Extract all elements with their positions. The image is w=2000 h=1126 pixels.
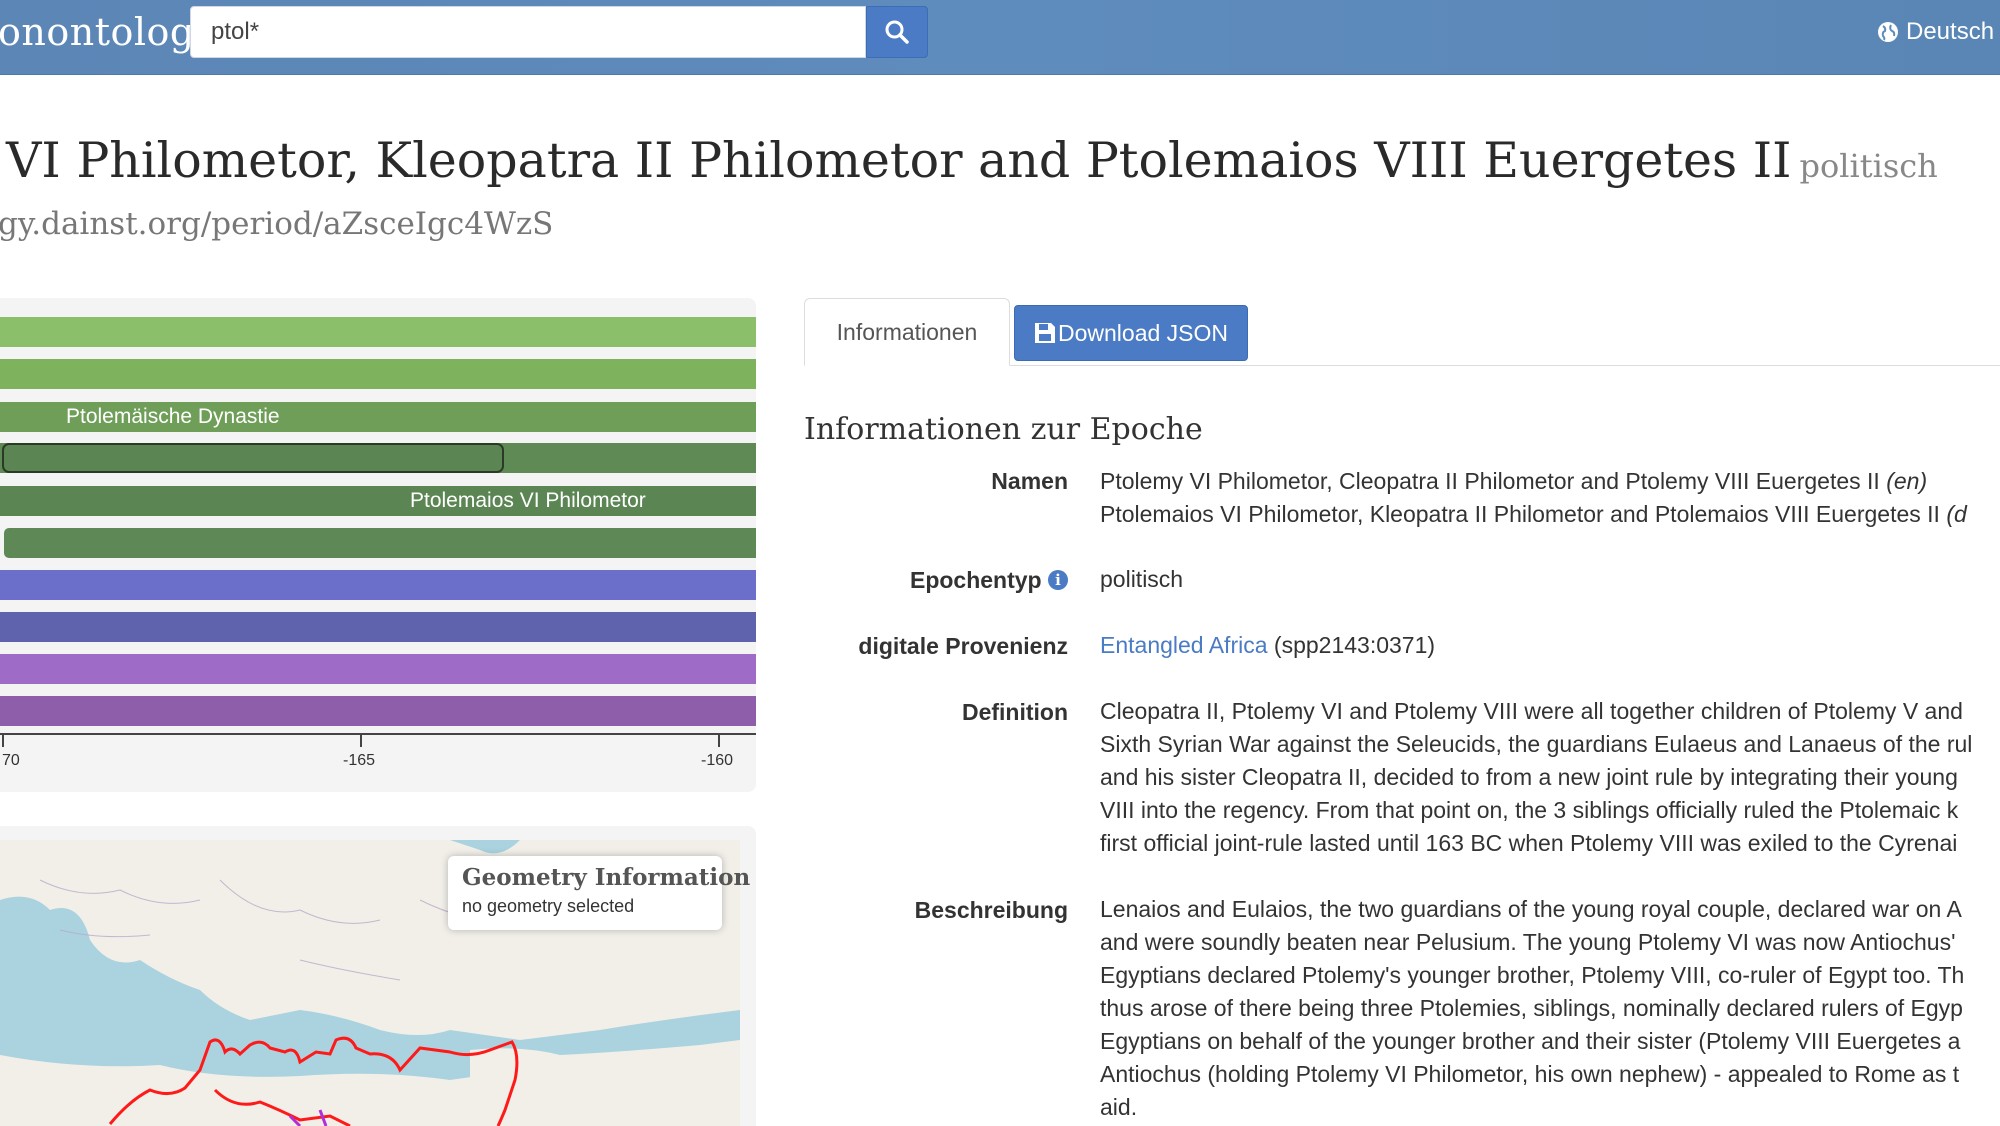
- search-input[interactable]: [190, 6, 866, 58]
- search-icon: [885, 20, 909, 44]
- epochentyp-label-row: Epochentyp i: [804, 567, 1068, 594]
- download-json-button[interactable]: Download JSON: [1014, 305, 1248, 361]
- provenance-value: Entangled Africa (spp2143:0371): [1100, 629, 1435, 662]
- definition-line: Cleopatra II, Ptolemy VI and Ptolemy VII…: [1100, 698, 1963, 724]
- timeline-axis: [0, 733, 756, 735]
- period-title: VI Philometor, Kleopatra II Philometor a…: [6, 132, 1792, 189]
- definition-text: Cleopatra II, Ptolemy VI and Ptolemy VII…: [1100, 695, 1972, 860]
- timeline-bar-selected[interactable]: [2, 443, 504, 473]
- timeline-bar[interactable]: [0, 570, 756, 600]
- name-entry: Ptolemaios VI Philometor, Kleopatra II P…: [1100, 498, 1967, 531]
- name-text: Ptolemaios VI Philometor, Kleopatra II P…: [1100, 501, 1940, 527]
- description-line: Egyptians declared Ptolemy's younger bro…: [1100, 962, 1965, 988]
- definition-line: Sixth Syrian War against the Seleucids, …: [1100, 731, 1973, 757]
- name-lang: (d: [1946, 501, 1967, 527]
- language-label: Deutsch: [1906, 18, 1995, 45]
- name-lang: (en): [1886, 468, 1928, 494]
- timeline-bar[interactable]: Ptolemäische Dynastie: [0, 402, 756, 432]
- axis-tick-label: -165: [343, 752, 376, 769]
- axis-tick-label: 70: [2, 752, 20, 769]
- provenance-label: digitale Provenienz: [858, 633, 1068, 659]
- brand-logo[interactable]: onontology: [0, 10, 217, 54]
- globe-icon: [1878, 22, 1898, 42]
- description-line: and were soundly beaten near Pelusium. T…: [1100, 929, 1956, 955]
- timeline-bar[interactable]: [0, 654, 756, 684]
- name-text: Ptolemy VI Philometor, Cleopatra II Phil…: [1100, 468, 1880, 494]
- names-label: Namen: [991, 468, 1068, 494]
- save-icon: [1034, 323, 1055, 343]
- definition-line: VIII into the regency. From that point o…: [1100, 797, 1959, 823]
- axis-tick: [360, 733, 362, 747]
- language-switcher[interactable]: Deutsch: [1876, 18, 1994, 46]
- tab-informationen[interactable]: Informationen: [804, 298, 1010, 366]
- info-icon[interactable]: i: [1048, 570, 1068, 590]
- page-title: VI Philometor, Kleopatra II Philometor a…: [6, 132, 1938, 189]
- names-list: Ptolemy VI Philometor, Cleopatra II Phil…: [1100, 465, 1967, 531]
- timeline-bar[interactable]: [4, 528, 756, 558]
- axis-tick: [718, 733, 720, 747]
- description-line: aid.: [1100, 1094, 1138, 1120]
- geometry-info-box: Geometry Information no geometry selecte…: [448, 856, 750, 930]
- epochentyp-label: Epochentyp: [909, 567, 1042, 593]
- description-line: thus arose of there being three Ptolemie…: [1100, 995, 1963, 1021]
- name-entry: Ptolemy VI Philometor, Cleopatra II Phil…: [1100, 465, 1967, 498]
- description-text: Lenaios and Eulaios, the two guardians o…: [1100, 893, 1964, 1124]
- provenance-link[interactable]: Entangled Africa: [1100, 632, 1268, 658]
- timeline-bar-label: Ptolemaios VI Philometor: [410, 489, 646, 512]
- period-type: politisch: [1799, 147, 1938, 185]
- period-uri[interactable]: gy.dainst.org/period/aZsceIgc4WzS: [0, 206, 553, 242]
- geometry-info-status: no geometry selected: [462, 896, 635, 916]
- download-json-label: Download JSON: [1057, 319, 1229, 346]
- definition-line: first official joint-rule lasted until 1…: [1100, 830, 1958, 856]
- timeline-bar-label: Ptolemäische Dynastie: [66, 405, 280, 428]
- provenance-id: (spp2143:0371): [1273, 632, 1436, 658]
- timeline-bar[interactable]: [0, 359, 756, 389]
- timeline-bar[interactable]: [0, 443, 756, 473]
- description-line: Antiochus (holding Ptolemy VI Philometor…: [1100, 1061, 1960, 1087]
- geometry-info-title: Geometry Information: [462, 864, 751, 891]
- timeline-bar[interactable]: [0, 317, 756, 347]
- navbar: onontology Deutsch: [0, 0, 2000, 75]
- definition-label: Definition: [961, 699, 1068, 725]
- definition-line: and his sister Cleopatra II, decided to …: [1100, 764, 1958, 790]
- description-line: Egyptians on behalf of the younger broth…: [1100, 1028, 1961, 1054]
- section-heading: Informationen zur Epoche: [804, 412, 1203, 447]
- timeline-bar[interactable]: [0, 612, 756, 642]
- description-label: Beschreibung: [914, 897, 1068, 923]
- axis-tick: [2, 733, 4, 747]
- search-button[interactable]: [866, 6, 928, 58]
- timeline-bar[interactable]: Ptolemaios VI Philometor: [0, 486, 756, 516]
- description-line: Lenaios and Eulaios, the two guardians o…: [1100, 896, 1962, 922]
- axis-tick-label: -160: [701, 752, 734, 769]
- epochentyp-value: politisch: [1100, 566, 1184, 592]
- timeline-bar[interactable]: [0, 696, 756, 726]
